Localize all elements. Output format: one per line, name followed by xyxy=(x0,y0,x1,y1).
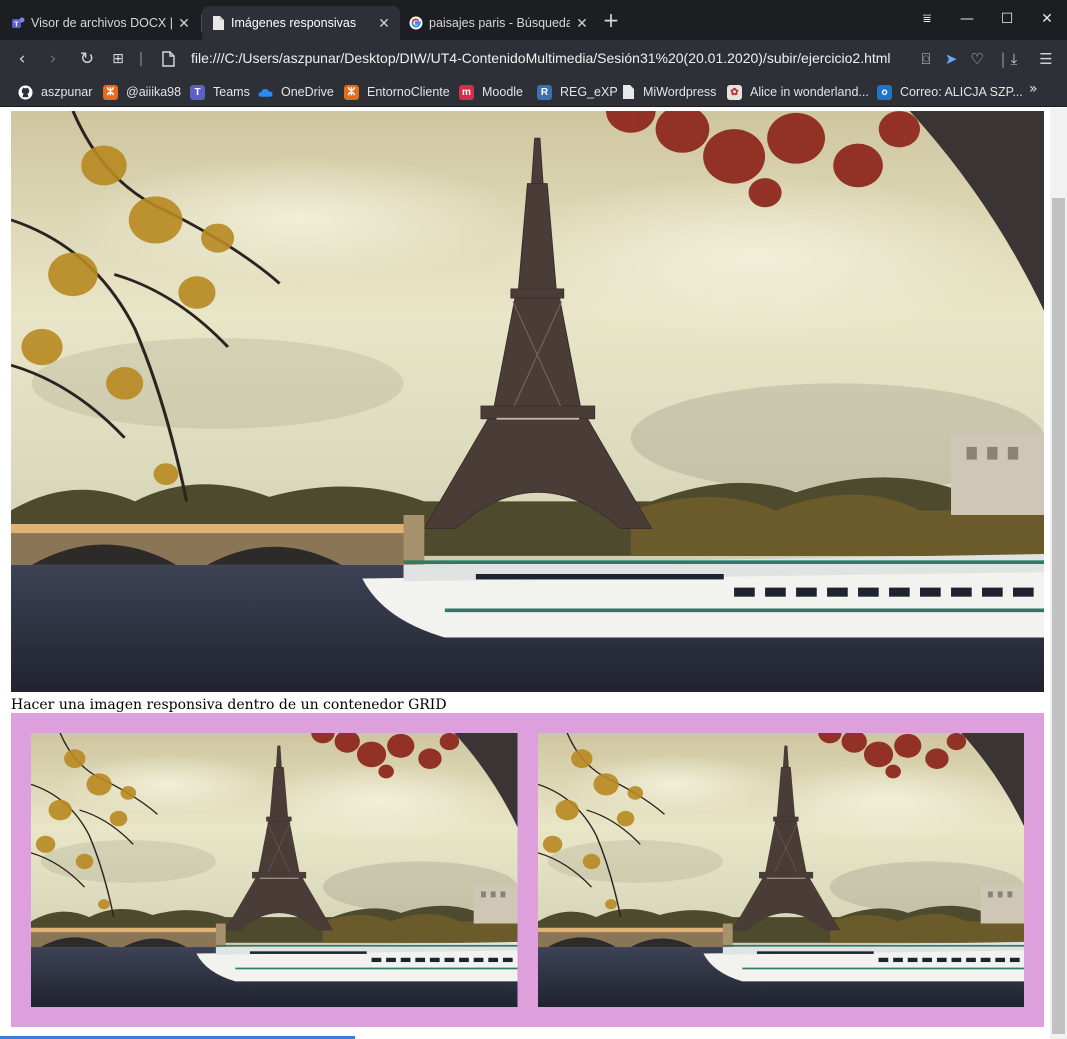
bookmarks-bar: aszpunar ⵣ @aiiika98 T Teams OneDrive ⵣ … xyxy=(0,77,1067,107)
file-icon xyxy=(157,48,179,70)
github-icon xyxy=(18,84,33,100)
regex-icon: R xyxy=(537,84,552,100)
outlook-icon: o xyxy=(877,84,892,100)
bookmark-label: EntornoCliente xyxy=(367,85,450,99)
back-icon[interactable]: ‹ xyxy=(11,48,33,70)
bookmark-aiiika98[interactable]: ⵣ @aiiika98 xyxy=(103,82,181,102)
send-icon[interactable]: ➤ xyxy=(941,49,961,69)
reload-icon[interactable]: ↻ xyxy=(76,48,98,70)
bookmark-label: OneDrive xyxy=(281,85,334,99)
bookmark-correo[interactable]: o Correo: ALICJA SZP... xyxy=(877,82,1023,102)
alice-icon: ✿ xyxy=(727,84,742,100)
bookmark-label: Alice in wonderland... xyxy=(750,85,869,99)
tab-strip: T Visor de archivos DOCX | M ✕ Imágenes … xyxy=(0,0,1067,40)
tab-search-icon[interactable]: ⩸ xyxy=(912,8,942,30)
vertical-scrollbar[interactable] xyxy=(1050,108,1067,1039)
maximize-icon[interactable]: ☐ xyxy=(992,8,1022,30)
minimize-icon[interactable]: — xyxy=(952,8,982,30)
close-icon[interactable]: ✕ xyxy=(574,15,590,32)
bookmark-label: REG_eXP xyxy=(560,85,618,99)
new-tab-button[interactable]: + xyxy=(600,9,622,31)
svg-text:T: T xyxy=(14,22,19,29)
tab-grid-icon[interactable]: ⊞ xyxy=(107,48,129,70)
document-icon xyxy=(210,16,225,31)
tab-docx-viewer[interactable]: T Visor de archivos DOCX | M ✕ xyxy=(2,6,200,40)
bookmark-label: aszpunar xyxy=(41,85,93,99)
bookmark-aszpunar[interactable]: aszpunar xyxy=(18,82,92,102)
page-viewport: Hacer una imagen responsiva dentro de un… xyxy=(0,108,1067,1039)
tab-title: paisajes paris - Búsqueda d xyxy=(429,16,570,30)
bookmark-moodle[interactable]: m Moodle xyxy=(459,82,523,102)
address-bar[interactable]: file:///C:/Users/aszpunar/Desktop/DIW/UT… xyxy=(191,50,891,66)
caption-text: Hacer una imagen responsiva dentro de un… xyxy=(11,697,447,713)
toolbar-divider: | xyxy=(138,51,144,67)
grid-photo-2 xyxy=(537,733,1024,1007)
xampp-icon: ⵣ xyxy=(103,84,118,100)
bookmark-label: Correo: ALICJA SZP... xyxy=(900,85,1023,99)
navigation-bar: ‹ › ↻ ⊞ | file:///C:/Users/aszpunar/Desk… xyxy=(0,40,1067,77)
bookmark-onedrive[interactable]: OneDrive xyxy=(258,82,334,102)
moodle-icon: m xyxy=(459,84,474,100)
bookmark-label: Moodle xyxy=(482,85,523,99)
bookmark-alice-in-wonderland[interactable]: ✿ Alice in wonderland... xyxy=(727,82,869,102)
forward-icon[interactable]: › xyxy=(42,48,64,70)
google-icon xyxy=(408,16,423,31)
scrollbar-thumb[interactable] xyxy=(1052,198,1065,1034)
bookmark-entornocliente[interactable]: ⵣ EntornoCliente xyxy=(344,82,450,102)
camera-icon[interactable]: ⌼ xyxy=(916,49,936,69)
bookmark-label: @aiiika98 xyxy=(126,85,182,99)
tab-imagenes-responsivas[interactable]: Imágenes responsivas ✕ xyxy=(202,6,400,40)
bookmark-miwordpress[interactable]: MiWordpress xyxy=(620,82,716,102)
tab-title: Imágenes responsivas xyxy=(231,16,357,30)
heart-icon[interactable]: ♡ xyxy=(967,49,987,69)
tab-title: Visor de archivos DOCX | M xyxy=(31,16,172,30)
bookmark-teams[interactable]: T Teams xyxy=(190,82,250,102)
teams-icon: T xyxy=(190,84,205,100)
close-icon[interactable]: ✕ xyxy=(176,15,192,32)
close-icon[interactable]: ✕ xyxy=(376,15,392,32)
tab-paisajes-paris[interactable]: paisajes paris - Búsqueda d ✕ xyxy=(400,6,598,40)
bookmark-label: Teams xyxy=(213,85,250,99)
xampp-icon: ⵣ xyxy=(344,84,359,100)
window-close-icon[interactable]: ✕ xyxy=(1032,8,1062,30)
grid-photo-1 xyxy=(31,733,518,1007)
document-icon xyxy=(620,85,635,100)
onedrive-icon xyxy=(258,85,273,100)
bookmark-label: MiWordpress xyxy=(643,85,717,99)
grid-container xyxy=(11,713,1044,1027)
teams-icon: T xyxy=(10,16,25,31)
settings-icon[interactable]: ☰ xyxy=(1036,49,1056,69)
eiffel-tower-photo xyxy=(11,111,1044,692)
bookmarks-overflow-icon[interactable]: » xyxy=(1029,81,1038,97)
download-icon[interactable]: ⤓ xyxy=(1004,49,1024,69)
bookmark-reg-exp[interactable]: R REG_eXP xyxy=(537,82,618,102)
